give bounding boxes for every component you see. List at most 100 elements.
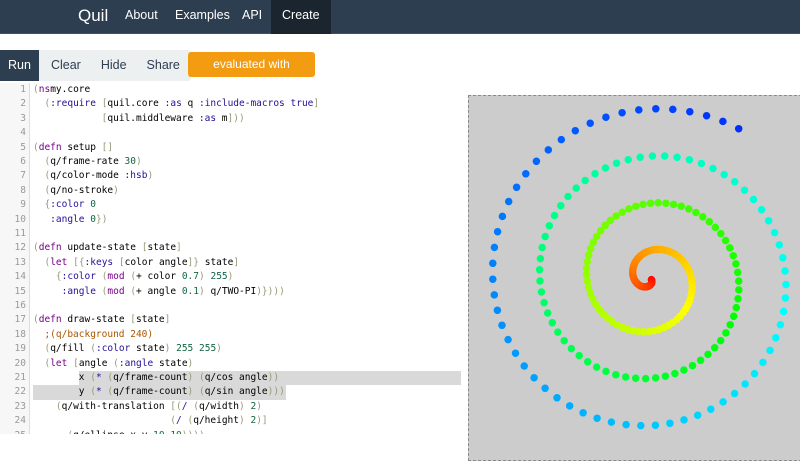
spiral-dot bbox=[651, 421, 660, 429]
code-token: 0.1 bbox=[181, 285, 199, 297]
spiral-dot bbox=[565, 402, 574, 410]
code-line: 3 [quil.middleware :as m])) bbox=[0, 112, 462, 126]
spiral-dot bbox=[557, 201, 565, 210]
spiral-dot bbox=[504, 197, 513, 206]
code-token: :include-macros bbox=[198, 98, 285, 110]
code-token: q/sin angle bbox=[204, 386, 268, 398]
code-token: quil.core bbox=[107, 98, 165, 110]
code-text: (let [angle (:angle state) bbox=[33, 357, 193, 371]
spiral-dot bbox=[584, 251, 593, 259]
code-token: ] bbox=[233, 256, 240, 268]
spiral-dot bbox=[560, 336, 568, 345]
spiral-dot bbox=[716, 336, 725, 345]
code-text: (/ (q/height) 2)] bbox=[33, 414, 267, 428]
spiral-dot bbox=[709, 164, 717, 173]
code-token: my.core bbox=[50, 84, 91, 95]
navbar: Quil About Examples API Create bbox=[0, 0, 800, 34]
spiral-dot bbox=[685, 156, 694, 164]
code-token: ] bbox=[313, 98, 320, 110]
hide-button[interactable]: Hide bbox=[91, 50, 137, 81]
spiral-dot bbox=[775, 241, 784, 249]
code-text: ;(q/background 240) bbox=[33, 328, 153, 342]
line-number: 22 bbox=[14, 386, 26, 398]
spiral-dot bbox=[637, 421, 645, 430]
code-token: 0 bbox=[90, 199, 96, 211]
code-text: (q/with-translation [(/ (q/width) 2) bbox=[33, 400, 262, 414]
code-token: :angle bbox=[61, 285, 96, 297]
spiral-dot bbox=[544, 146, 553, 154]
spiral-dot bbox=[702, 111, 711, 120]
code-line: 17 (defn draw-state [state] bbox=[0, 313, 462, 327]
line-number: 2 bbox=[20, 98, 26, 110]
spiral-dot bbox=[772, 334, 780, 342]
spiral-dot bbox=[557, 135, 566, 144]
spiral-dot bbox=[592, 363, 601, 371]
nav-about[interactable]: About bbox=[116, 0, 167, 34]
spiral-dot bbox=[697, 159, 706, 168]
code-line: 25 (q/ellipse x y 10 10)))) bbox=[0, 429, 462, 434]
code-line: 16 bbox=[0, 299, 462, 313]
code-token: ) bbox=[256, 400, 262, 412]
code-token: m bbox=[216, 112, 228, 124]
code-line: 20 (let [angle (:angle state) bbox=[0, 357, 462, 371]
code-line: 22 y (* (q/frame-count) (q/sin angle))) bbox=[0, 385, 462, 399]
code-token: q/TWO-PI bbox=[204, 285, 257, 297]
spiral-dot bbox=[537, 288, 546, 296]
code-token: ])) bbox=[227, 112, 245, 124]
spiral-dot bbox=[536, 277, 544, 285]
nav-examples[interactable]: Examples bbox=[166, 0, 239, 34]
spiral-dot bbox=[766, 346, 774, 355]
code-token: [{ bbox=[73, 256, 85, 268]
clear-button[interactable]: Clear bbox=[39, 50, 91, 81]
brand-logo[interactable]: Quil bbox=[78, 6, 108, 26]
spiral-dot bbox=[757, 205, 766, 214]
nav-create[interactable]: Create bbox=[271, 0, 331, 34]
code-token: q/fill bbox=[50, 343, 91, 355]
code-token: 255 bbox=[199, 343, 217, 355]
code-editor[interactable]: 1 (nsmy.core 2 (:require [quil.core :as q … bbox=[0, 83, 462, 434]
spiral-dot bbox=[779, 307, 788, 316]
line-number: 3 bbox=[20, 112, 26, 124]
code-text: (q/frame-rate 30) bbox=[33, 155, 141, 169]
share-button[interactable]: Share bbox=[137, 50, 191, 81]
code-text: (defn draw-state [state] bbox=[33, 313, 170, 327]
code-token: q/frame-count bbox=[113, 386, 188, 398]
spiral-dot bbox=[733, 268, 742, 277]
spiral-drawing bbox=[489, 105, 790, 430]
spiral-dot bbox=[704, 350, 712, 359]
code-token: :keys bbox=[84, 256, 114, 268]
code-text: x (* (q/frame-count) (q/cos angle)) bbox=[33, 371, 279, 385]
spiral-dot bbox=[734, 124, 743, 133]
code-text: (:require [quil.core :as q :include-macr… bbox=[33, 97, 319, 111]
code-line: 21 x (* (q/frame-count) (q/cos angle)) bbox=[0, 371, 462, 385]
nav-api[interactable]: API bbox=[233, 0, 271, 34]
spiral-dot bbox=[618, 208, 627, 216]
code-line: 23 (q/with-translation [(/ (q/width) 2) bbox=[0, 400, 462, 414]
code-token: :color bbox=[50, 199, 85, 211]
spiral-dot bbox=[490, 291, 499, 299]
spiral-dot bbox=[601, 164, 610, 172]
code-token: q/frame-rate bbox=[50, 156, 125, 167]
code-line: 10 :angle 0}) bbox=[0, 213, 462, 227]
spiral-dot bbox=[536, 254, 545, 263]
spiral-dot bbox=[511, 349, 520, 357]
code-line: 14 {:color (mod (+ color 0.7) 255) bbox=[0, 270, 462, 284]
code-line: 13 (let [{:keys [color angle]} state] bbox=[0, 256, 462, 270]
spiral-dot bbox=[729, 251, 738, 260]
code-text: [quil.middleware :as m])) bbox=[33, 112, 245, 126]
spiral-dot bbox=[705, 217, 714, 226]
spiral-dot bbox=[636, 153, 644, 161]
sketch-canvas[interactable] bbox=[468, 95, 800, 461]
run-button[interactable]: Run bbox=[0, 50, 39, 81]
code-token: q/width bbox=[198, 400, 239, 412]
code-token: q/height bbox=[193, 415, 239, 427]
spiral-dot bbox=[582, 264, 591, 273]
spiral-dot bbox=[583, 257, 592, 266]
code-line: 19 (q/fill (:color state) 255 255) bbox=[0, 342, 462, 356]
spiral-dot bbox=[632, 202, 640, 211]
spiral-dot bbox=[612, 212, 620, 220]
status-badge: evaluated with warnings bbox=[188, 52, 315, 96]
